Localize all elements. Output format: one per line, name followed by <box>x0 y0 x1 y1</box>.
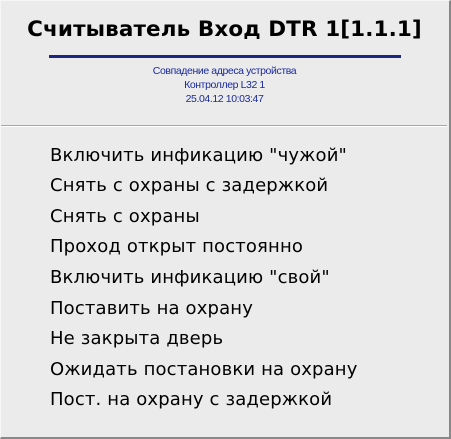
menu-item-enable-indication-stranger[interactable]: Включить инфикацию "чужой" <box>50 140 347 172</box>
menu-item-wait-for-arming[interactable]: Ожидать постановки на охрану <box>50 354 358 386</box>
menu-item-enable-indication-own[interactable]: Включить инфикацию "свой" <box>50 262 330 294</box>
event-description: Совпадение адреса устройства <box>152 65 297 77</box>
menu-item-arm-with-delay[interactable]: Пост. на охрану с задержкой <box>50 384 332 416</box>
title-underline <box>49 55 401 58</box>
menu-item-door-not-closed[interactable]: Не закрыта дверь <box>50 323 223 355</box>
menu-header: Считыватель Вход DTR 1[1.1.1] Совпадение… <box>6 7 443 119</box>
menu-item-arm[interactable]: Поставить на охрану <box>50 293 253 325</box>
menu-item-disarm[interactable]: Снять с охраны <box>50 201 200 233</box>
event-timestamp: 25.04.12 10:03:47 <box>185 93 264 105</box>
controller-name: Контроллер L32 1 <box>184 79 265 91</box>
menu-separator <box>1 125 447 127</box>
menu-item-disarm-with-delay[interactable]: Снять с охраны с задержкой <box>50 170 328 202</box>
reader-title: Считыватель Вход DTR 1[1.1.1] <box>27 17 422 42</box>
menu-item-pass-open-permanently[interactable]: Проход открыт постоянно <box>50 231 303 263</box>
context-menu: Считыватель Вход DTR 1[1.1.1] Совпадение… <box>0 0 451 439</box>
